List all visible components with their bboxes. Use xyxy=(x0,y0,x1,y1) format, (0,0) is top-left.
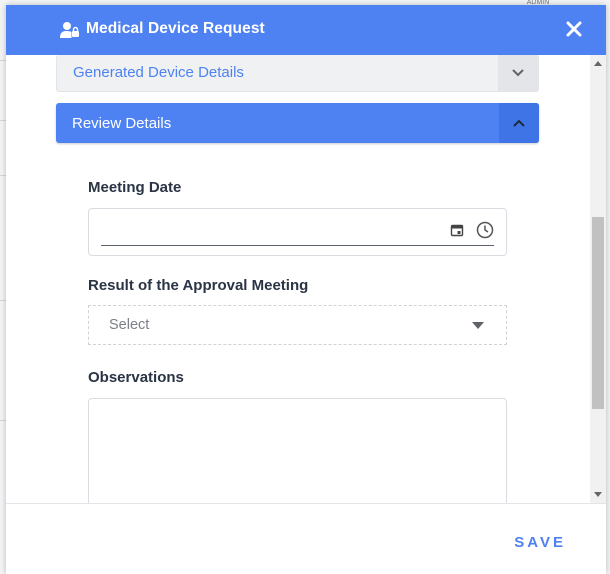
medical-device-request-modal: Medical Device Request Generated Device … xyxy=(6,5,606,574)
caret-down-icon xyxy=(472,322,484,329)
accordion-label: Review Details xyxy=(72,115,172,132)
observations-textarea[interactable] xyxy=(88,398,507,503)
close-icon[interactable] xyxy=(562,17,586,41)
modal-title: Medical Device Request xyxy=(86,20,265,37)
scroll-up-arrow-icon[interactable] xyxy=(594,61,602,66)
meeting-date-label: Meeting Date xyxy=(88,179,182,196)
accordion-label: Generated Device Details xyxy=(73,64,244,81)
chevron-up-icon[interactable] xyxy=(499,103,539,143)
modal-header: Medical Device Request xyxy=(6,5,606,55)
observations-label: Observations xyxy=(88,369,184,386)
meeting-date-field[interactable] xyxy=(88,208,507,256)
meeting-date-input-underline xyxy=(101,245,494,246)
calendar-icon[interactable] xyxy=(450,223,464,237)
save-button[interactable]: SAVE xyxy=(514,534,566,551)
chevron-down-icon[interactable] xyxy=(498,55,538,91)
scroll-down-arrow-icon[interactable] xyxy=(594,492,602,497)
clock-icon[interactable] xyxy=(476,221,494,239)
user-lock-icon xyxy=(60,21,80,39)
approval-result-label: Result of the Approval Meeting xyxy=(88,277,309,294)
modal-footer: SAVE xyxy=(6,503,606,574)
modal-body: Generated Device Details Review Details … xyxy=(6,55,606,503)
modal-scrollbar[interactable] xyxy=(590,55,606,503)
accordion-review-details[interactable]: Review Details xyxy=(56,103,539,143)
scrollbar-thumb[interactable] xyxy=(592,217,604,409)
accordion-generated-device-details[interactable]: Generated Device Details xyxy=(56,55,539,92)
approval-result-select[interactable]: Select xyxy=(88,305,507,345)
select-value: Select xyxy=(109,317,150,333)
